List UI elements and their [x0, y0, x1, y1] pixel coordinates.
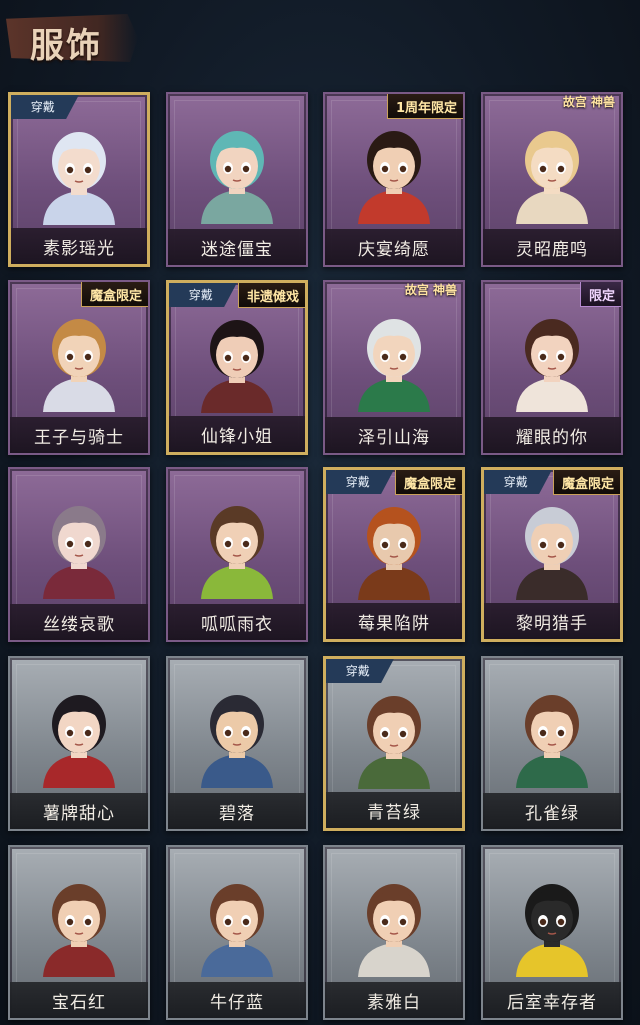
costume-name-bar: 耀眼的你 — [483, 417, 621, 453]
costume-name: 莓果陷阱 — [358, 613, 430, 634]
costume-name: 黎明猎手 — [516, 613, 588, 634]
equipped-label: 穿戴 — [345, 663, 370, 678]
character-portrait — [43, 319, 115, 412]
character-portrait — [43, 884, 115, 977]
costume-name-bar: 宝石红 — [10, 982, 148, 1018]
limited-tag: 非遗傩戏 — [237, 283, 305, 308]
character-portrait — [358, 507, 430, 600]
costume-card[interactable]: 限定耀眼的你 — [481, 280, 623, 455]
costume-name-bar: 素影瑶光 — [11, 228, 147, 264]
costume-name: 庆宴绮愿 — [358, 239, 430, 260]
character-portrait — [358, 319, 430, 412]
costume-name: 耀眼的你 — [516, 427, 588, 448]
costume-name-bar: 庆宴绮愿 — [325, 229, 463, 265]
costume-name-bar: 青苔绿 — [326, 792, 462, 828]
costume-name: 孔雀绿 — [525, 803, 579, 824]
costume-name-bar: 呱呱雨衣 — [168, 604, 306, 640]
character-portrait — [43, 132, 115, 225]
costume-name-bar: 迷途僵宝 — [168, 229, 306, 265]
costume-name-bar: 王子与骑士 — [10, 417, 148, 453]
costume-name: 迷途僵宝 — [201, 239, 273, 260]
costume-card[interactable]: 1周年限定庆宴绮愿 — [323, 92, 465, 267]
costume-name: 宝石红 — [52, 992, 106, 1013]
limited-tag: 故宫 神兽 — [404, 283, 457, 297]
costume-card[interactable]: 迷途僵宝 — [166, 92, 308, 267]
character-portrait — [516, 319, 588, 412]
costume-name-bar: 牛仔蓝 — [168, 982, 306, 1018]
limited-tag: 1周年限定 — [386, 94, 463, 119]
character-portrait — [516, 507, 588, 600]
costume-name-bar: 碧落 — [168, 793, 306, 829]
costume-card[interactable]: 魔盒限定王子与骑士 — [8, 280, 150, 455]
costume-name: 泽引山海 — [358, 427, 430, 448]
character-portrait — [43, 695, 115, 788]
costume-name: 呱呱雨衣 — [201, 614, 273, 635]
costume-name: 丝缕哀歌 — [43, 614, 115, 635]
equipped-label: 穿戴 — [503, 474, 528, 489]
costume-name: 素雅白 — [367, 992, 421, 1013]
costume-name-bar: 莓果陷阱 — [326, 603, 462, 639]
costume-name: 青苔绿 — [367, 802, 421, 823]
costume-name-bar: 仙锋小姐 — [169, 416, 305, 452]
character-portrait — [201, 695, 273, 788]
equipped-label: 穿戴 — [188, 287, 213, 302]
equipped-label: 穿戴 — [30, 99, 55, 114]
costume-name-bar: 孔雀绿 — [483, 793, 621, 829]
character-portrait — [358, 696, 430, 789]
costume-name-bar: 素雅白 — [325, 982, 463, 1018]
character-portrait — [516, 131, 588, 224]
costume-card[interactable]: 故宫 神兽灵昭鹿鸣 — [481, 92, 623, 267]
equipped-label: 穿戴 — [345, 474, 370, 489]
costume-card[interactable]: 穿戴 魔盒限定莓果陷阱 — [323, 467, 465, 642]
costume-name-bar: 灵昭鹿鸣 — [483, 229, 621, 265]
costume-name: 后室幸存者 — [507, 992, 597, 1013]
costume-card[interactable]: 丝缕哀歌 — [8, 467, 150, 642]
character-portrait — [358, 884, 430, 977]
character-portrait — [201, 131, 273, 224]
character-portrait — [516, 884, 588, 977]
costume-card[interactable]: 穿戴 魔盒限定黎明猎手 — [481, 467, 623, 642]
costume-card[interactable]: 穿戴素影瑶光 — [8, 92, 150, 267]
costume-card[interactable]: 穿戴青苔绿 — [323, 656, 465, 831]
costume-name: 牛仔蓝 — [210, 992, 264, 1013]
costume-name-bar: 后室幸存者 — [483, 982, 621, 1018]
character-portrait — [43, 506, 115, 599]
costume-card[interactable]: 穿戴 非遗傩戏仙锋小姐 — [166, 280, 308, 455]
costume-name: 仙锋小姐 — [201, 426, 273, 447]
costume-name: 薯牌甜心 — [43, 803, 115, 824]
limited-tag: 魔盒限定 — [552, 470, 620, 495]
limited-tag: 魔盒限定 — [394, 470, 462, 495]
costume-name: 王子与骑士 — [34, 427, 124, 448]
limited-tag: 故宫 神兽 — [562, 95, 615, 109]
costume-name-bar: 泽引山海 — [325, 417, 463, 453]
costume-name: 素影瑶光 — [43, 238, 115, 259]
costume-card[interactable]: 孔雀绿 — [481, 656, 623, 831]
costume-card[interactable]: 牛仔蓝 — [166, 845, 308, 1020]
costume-name: 灵昭鹿鸣 — [516, 239, 588, 260]
costume-card[interactable]: 呱呱雨衣 — [166, 467, 308, 642]
costume-name-bar: 丝缕哀歌 — [10, 604, 148, 640]
limited-tag: 魔盒限定 — [80, 282, 148, 307]
character-portrait — [201, 506, 273, 599]
character-portrait — [201, 320, 273, 413]
limited-tag: 限定 — [579, 282, 621, 307]
costume-name: 碧落 — [219, 803, 255, 824]
costume-card[interactable]: 薯牌甜心 — [8, 656, 150, 831]
costume-name-bar: 黎明猎手 — [484, 603, 620, 639]
costume-grid: 穿戴 素影瑶光 迷途僵宝 1周年限定 庆宴绮愿 故宫 神兽 灵昭鹿鸣 魔盒限定 王子与骑士 穿戴非… — [0, 0, 640, 1025]
character-portrait — [516, 695, 588, 788]
character-portrait — [201, 884, 273, 977]
costume-card[interactable]: 故宫 神兽泽引山海 — [323, 280, 465, 455]
costume-card[interactable]: 宝石红 — [8, 845, 150, 1020]
costume-card[interactable]: 碧落 — [166, 656, 308, 831]
character-portrait — [358, 131, 430, 224]
costume-card[interactable]: 后室幸存者 — [481, 845, 623, 1020]
costume-card[interactable]: 素雅白 — [323, 845, 465, 1020]
costume-name-bar: 薯牌甜心 — [10, 793, 148, 829]
